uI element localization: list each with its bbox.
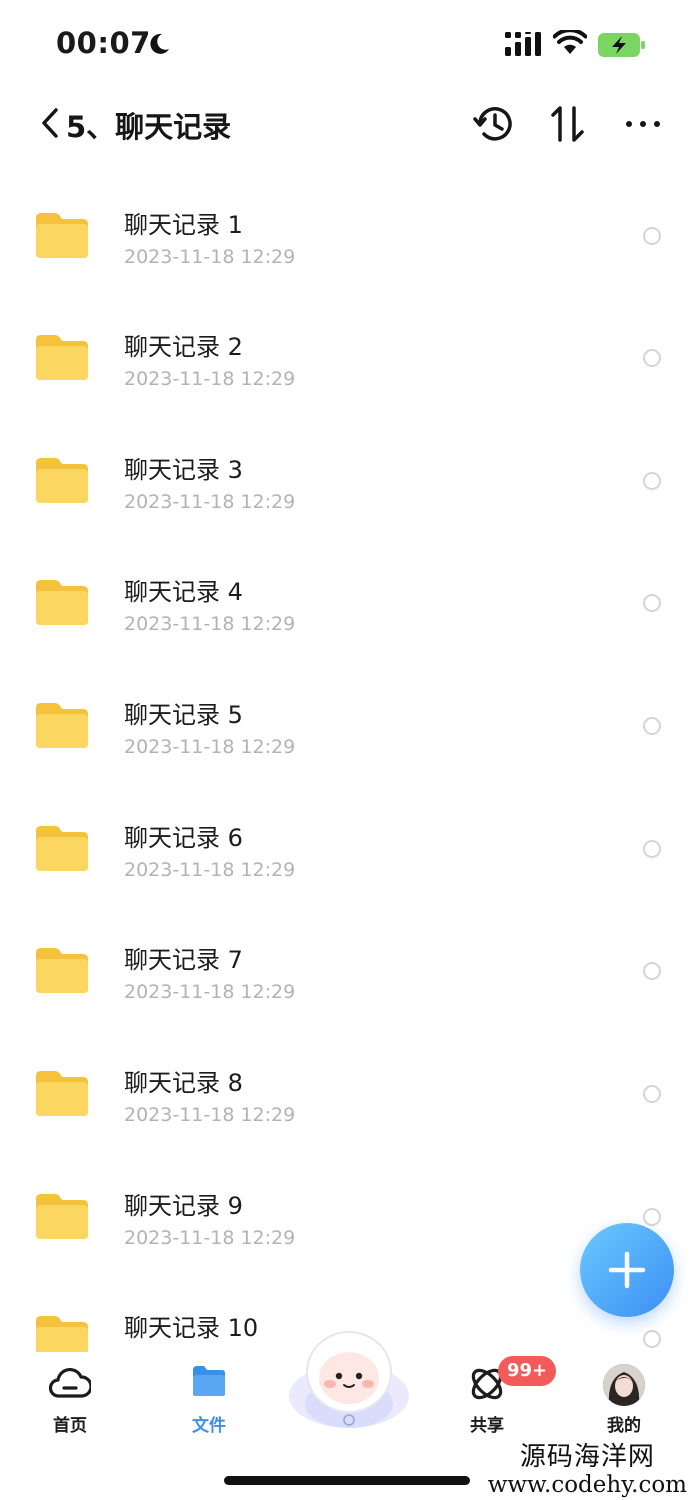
select-checkbox[interactable] (643, 349, 661, 367)
folder-icon (36, 213, 88, 258)
select-checkbox[interactable] (643, 594, 661, 612)
list-item[interactable]: 聊天记录 7 2023-11-18 12:29 (0, 895, 693, 1017)
sort-icon[interactable] (549, 102, 589, 146)
file-date: 2023-11-18 12:29 (124, 246, 296, 268)
select-checkbox[interactable] (643, 1085, 661, 1103)
select-checkbox[interactable] (643, 1330, 661, 1348)
folder-icon (36, 580, 88, 625)
file-name: 聊天记录 2 (124, 333, 243, 361)
tab-home[interactable]: 首页 (25, 1352, 115, 1452)
select-checkbox[interactable] (643, 717, 661, 735)
tab-label: 文件 (192, 1416, 226, 1436)
avatar-image (603, 1364, 645, 1406)
watermark: 源码海洋网 www.codehy.com (488, 1442, 687, 1498)
select-checkbox[interactable] (643, 472, 661, 490)
file-date: 2023-11-18 12:29 (124, 368, 296, 390)
file-date: 2023-11-18 12:29 (124, 1104, 296, 1126)
status-time: 00:07 (56, 26, 151, 60)
file-name: 聊天记录 8 (124, 1069, 243, 1097)
home-icon (49, 1367, 91, 1398)
watermark-url: www.codehy.com (487, 1472, 687, 1498)
nav-header: 5、聊天记录 (0, 90, 693, 160)
list-item[interactable]: 聊天记录 2 2023-11-18 12:29 (0, 282, 693, 404)
folder-icon (36, 703, 88, 748)
watermark-text: 源码海洋网 (519, 1442, 655, 1472)
wifi-icon (553, 30, 587, 54)
back-icon[interactable] (38, 106, 62, 140)
folder-icon (36, 1194, 88, 1239)
signal-icon (505, 32, 541, 56)
file-name: 聊天记录 4 (124, 578, 243, 606)
folder-icon (36, 1071, 88, 1116)
folder-icon (36, 826, 88, 871)
list-item[interactable]: 聊天记录 1 2023-11-18 12:29 (0, 160, 693, 282)
list-item[interactable]: 聊天记录 6 2023-11-18 12:29 (0, 773, 693, 895)
file-date: 2023-11-18 12:29 (124, 1227, 296, 1249)
file-date: 2023-11-18 12:29 (124, 981, 296, 1003)
more-icon[interactable] (624, 102, 664, 146)
file-date: 2023-11-18 12:29 (124, 491, 296, 513)
mascot-figure (289, 1331, 409, 1428)
select-checkbox[interactable] (643, 962, 661, 980)
files-icon (193, 1366, 225, 1396)
file-name: 聊天记录 6 (124, 824, 243, 852)
file-date: 2023-11-18 12:29 (124, 736, 296, 758)
folder-icon (36, 948, 88, 993)
file-name: 聊天记录 9 (124, 1192, 243, 1220)
add-button[interactable] (580, 1223, 674, 1317)
tab-label: 首页 (53, 1416, 87, 1436)
file-name: 聊天记录 7 (124, 946, 243, 974)
plus-icon (608, 1251, 646, 1289)
file-name: 聊天记录 3 (124, 456, 243, 484)
share-badge: 99+ (498, 1356, 557, 1386)
select-checkbox[interactable] (643, 840, 661, 858)
page-title: 5、聊天记录 (66, 110, 232, 144)
file-name: 聊天记录 1 (124, 211, 243, 239)
list-item[interactable]: 聊天记录 5 2023-11-18 12:29 (0, 650, 693, 772)
select-checkbox[interactable] (643, 1208, 661, 1226)
file-name: 聊天记录 10 (124, 1314, 259, 1342)
avatar[interactable] (603, 1364, 645, 1406)
history-icon[interactable] (472, 102, 516, 146)
home-indicator (224, 1476, 470, 1485)
battery-charging-icon (598, 33, 645, 57)
list-item[interactable]: 聊天记录 8 2023-11-18 12:29 (0, 1018, 693, 1140)
tab-files[interactable]: 文件 (164, 1352, 254, 1452)
list-item[interactable]: 聊天记录 4 2023-11-18 12:29 (0, 527, 693, 649)
select-checkbox[interactable] (643, 227, 661, 245)
tab-label: 共享 (470, 1416, 504, 1436)
list-item[interactable]: 聊天记录 3 2023-11-18 12:29 (0, 405, 693, 527)
file-name: 聊天记录 5 (124, 701, 243, 729)
folder-icon (36, 335, 88, 380)
mascot-icon[interactable] (285, 1324, 413, 1432)
folder-icon (36, 458, 88, 503)
file-list: 聊天记录 1 2023-11-18 12:29 聊天记录 2 2023-11-1… (0, 160, 693, 1360)
status-bar: 00:07 (0, 0, 693, 90)
moon-icon (150, 33, 169, 54)
file-date: 2023-11-18 12:29 (124, 859, 296, 881)
tab-label: 我的 (607, 1416, 641, 1436)
file-date: 2023-11-18 12:29 (124, 613, 296, 635)
